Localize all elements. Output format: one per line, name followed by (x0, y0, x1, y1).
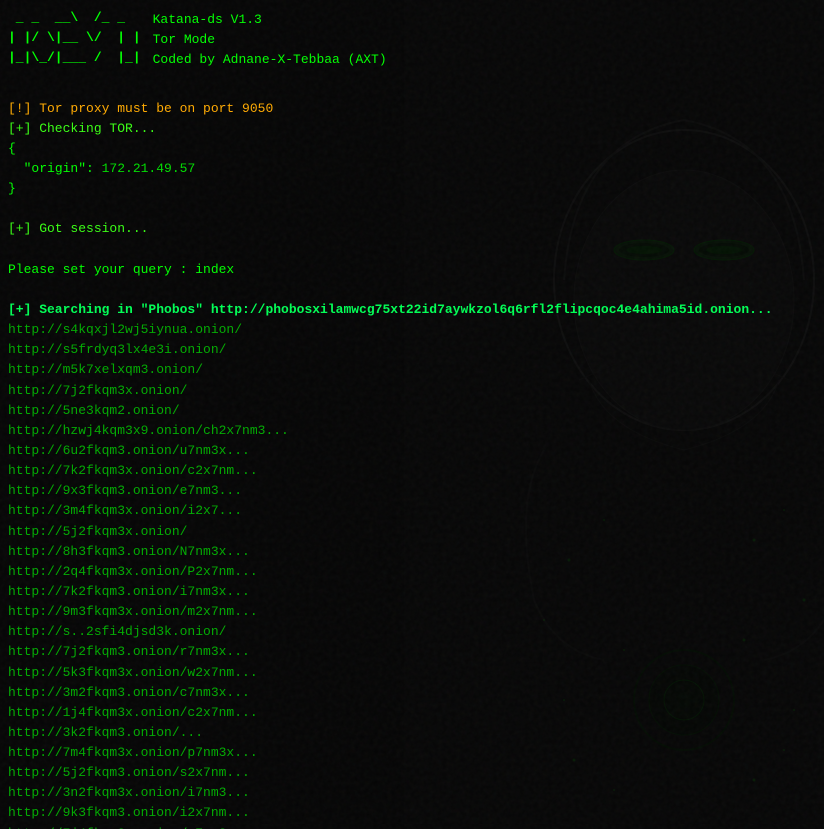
url-line: http://5ne3kqm2.onion/ (8, 401, 816, 421)
ascii-logo: _ _ __\ /_ _ | |/ \|__ \/ | | |_|\_/|___… (8, 8, 141, 68)
url-line: http://9k3fkqm3.onion/i2x7nm... (8, 803, 816, 823)
app-name: Katana-ds V1.3 (153, 10, 387, 30)
app-mode: Tor Mode (153, 30, 387, 50)
terminal-content: _ _ __\ /_ _ | |/ \|__ \/ | | |_|\_/|___… (8, 8, 816, 829)
url-line: http://3k2fkqm3.onion/... (8, 723, 816, 743)
url-line: http://9m3fkqm3x.onion/m2x7nm... (8, 602, 816, 622)
url-list: http://s4kqxjl2wj5iynua.onion/ http://s5… (8, 320, 816, 829)
empty-line-4 (8, 280, 816, 300)
tor-warning: [!] Tor proxy must be on port 9050 (8, 99, 816, 119)
url-line: http://hzwj4kqm3x9.onion/ch2x7nm3... (8, 421, 816, 441)
url-line: http://1j4fkqm3x.onion/c2x7nm... (8, 703, 816, 723)
checking-tor: [+] Checking TOR... (8, 119, 816, 139)
url-line: http://8h3fkqm3.onion/N7nm3x... (8, 542, 816, 562)
empty-line (8, 78, 816, 98)
query-prompt: Please set your query : index (8, 260, 816, 280)
json-open: { (8, 139, 816, 159)
url-line: http://6u2fkqm3.onion/u7nm3x... (8, 441, 816, 461)
url-line: http://3n2fkqm3x.onion/i7nm3... (8, 783, 816, 803)
url-line: http://3m2fkqm3.onion/c7nm3x... (8, 683, 816, 703)
got-session: [+] Got session... (8, 219, 816, 239)
url-line: http://7j2fkqm3.onion/r7nm3x... (8, 642, 816, 662)
url-line: http://7j4fkqm3x.onion/w7nm3... (8, 824, 816, 829)
url-line: http://9x3fkqm3.onion/e7nm3... (8, 481, 816, 501)
terminal-window: _ _ __\ /_ _ | |/ \|__ \/ | | |_|\_/|___… (0, 0, 824, 829)
url-line: http://7m4fkqm3x.onion/p7nm3x... (8, 743, 816, 763)
app-author: Coded by Adnane-X-Tebbaa (AXT) (153, 50, 387, 70)
url-line: http://5k3fkqm3x.onion/w2x7nm... (8, 663, 816, 683)
url-line: http://5j2fkqm3.onion/s2x7nm... (8, 763, 816, 783)
logo-section: _ _ __\ /_ _ | |/ \|__ \/ | | |_|\_/|___… (8, 8, 816, 70)
url-line: http://5j2fkqm3x.onion/ (8, 522, 816, 542)
empty-line-3 (8, 240, 816, 260)
origin-line: "origin": 172.21.49.57 (8, 159, 816, 179)
url-line: http://7k2fkqm3.onion/i7nm3x... (8, 582, 816, 602)
url-line: http://3m4fkqm3x.onion/i2x7... (8, 501, 816, 521)
url-line: http://s5frdyq3lx4e3i.onion/ (8, 340, 816, 360)
url-line: http://7j2fkqm3x.onion/ (8, 381, 816, 401)
url-line: http://s4kqxjl2wj5iynua.onion/ (8, 320, 816, 340)
url-line: http://s..2sfi4djsd3k.onion/ (8, 622, 816, 642)
searching-message: [+] Searching in "Phobos" http://phobosx… (8, 300, 816, 320)
json-close: } (8, 179, 816, 199)
origin-value: 172.21.49.57 (102, 161, 196, 176)
url-line: http://7k2fkqm3x.onion/c2x7nm... (8, 461, 816, 481)
url-line: http://m5k7xelxqm3.onion/ (8, 360, 816, 380)
empty-line-2 (8, 199, 816, 219)
url-line: http://2q4fkqm3x.onion/P2x7nm... (8, 562, 816, 582)
origin-key: "origin": (24, 161, 102, 176)
